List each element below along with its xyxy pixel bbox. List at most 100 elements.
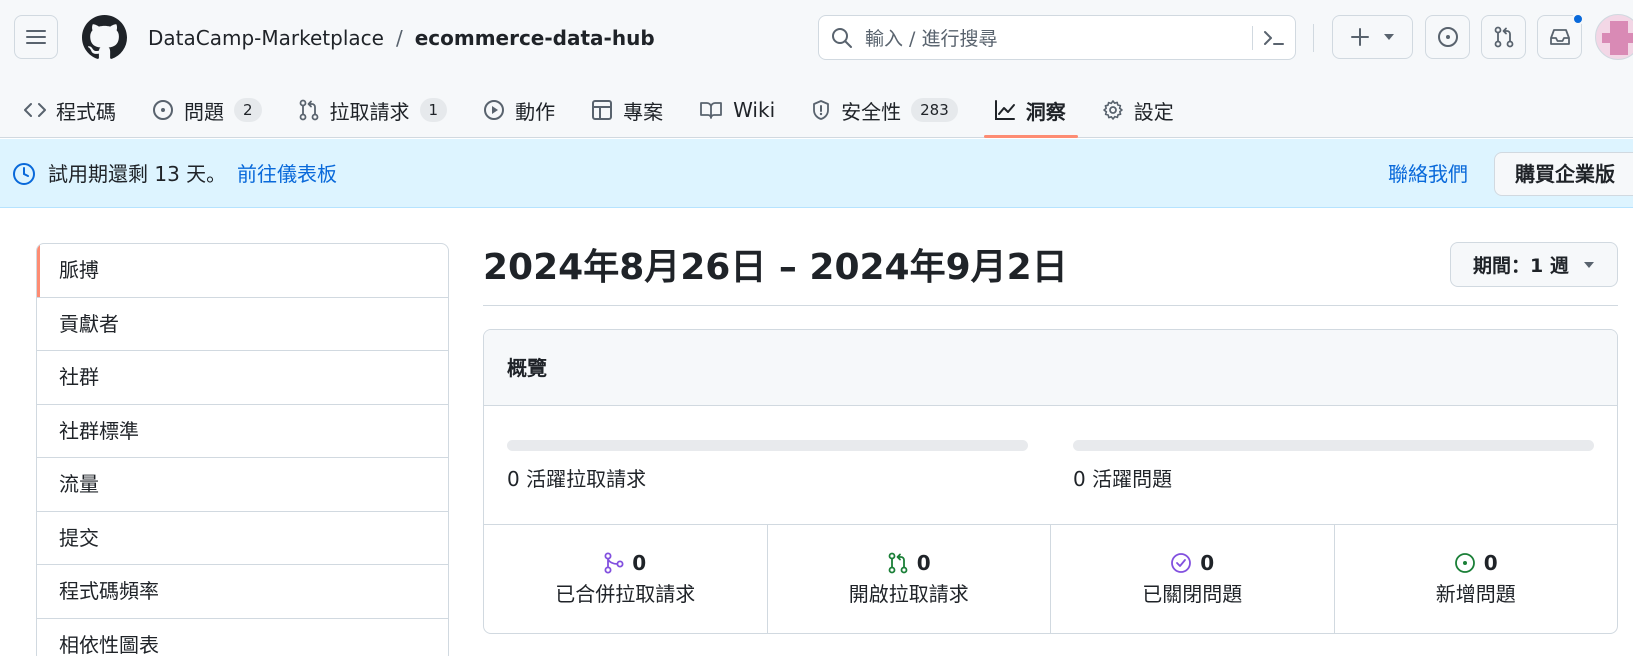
- stat-label: 開啟拉取請求: [848, 582, 969, 606]
- play-icon: [484, 100, 505, 120]
- sidebar-item-community[interactable]: 社群: [37, 351, 448, 405]
- issue-closed-icon: [1171, 553, 1192, 573]
- contact-us-link[interactable]: 聯絡我們: [1388, 161, 1468, 187]
- tab-label: 專案: [623, 99, 664, 124]
- graph-icon: [994, 100, 1015, 120]
- git-pull-request-icon: [888, 552, 908, 574]
- book-icon: [700, 102, 722, 119]
- tab-security[interactable]: 安全性 283: [787, 84, 970, 136]
- tab-label: 拉取請求: [329, 99, 410, 124]
- breadcrumb-separator: /: [395, 26, 403, 50]
- sidebar-item-contributors[interactable]: 貢獻者: [37, 298, 448, 351]
- your-pull-requests-button[interactable]: [1481, 15, 1526, 59]
- active-issues-bar: [1073, 440, 1594, 451]
- avatar-pattern: [1610, 43, 1628, 55]
- tab-insights[interactable]: 洞察: [970, 84, 1078, 138]
- page-title: 2024年8月26日 – 2024年9月2日: [483, 247, 1068, 288]
- tab-issues[interactable]: 問題 2: [128, 84, 274, 136]
- stat-value: 0: [632, 551, 647, 575]
- buy-enterprise-button[interactable]: 購買企業版: [1494, 152, 1633, 196]
- period-label: 期間：1 週: [1473, 255, 1569, 277]
- plus-icon: [1350, 28, 1369, 46]
- sidebar-item-dependency-graph[interactable]: 相依性圖表: [37, 619, 448, 656]
- sidebar-item-community-standards[interactable]: 社群標準: [37, 405, 448, 458]
- global-header: DataCamp-Marketplace / ecommerce-data-hu…: [0, 0, 1633, 138]
- command-palette-icon: [1264, 30, 1284, 45]
- github-logo[interactable]: [82, 15, 127, 60]
- git-merge-icon: [604, 552, 624, 574]
- avatar[interactable]: [1595, 14, 1633, 60]
- repo-tabs: 程式碼 問題 2 拉取請求 1 動作 專案 Wiki 安全性 283 洞察 設定: [0, 84, 1186, 138]
- tab-projects[interactable]: 專案: [567, 84, 675, 136]
- inbox-icon: [1549, 29, 1570, 45]
- trial-banner: 試用期還剩 13 天。 前往儀表板 聯絡我們 購買企業版: [0, 139, 1633, 208]
- breadcrumb-owner-link[interactable]: DataCamp-Marketplace: [148, 25, 384, 51]
- dashboard-link[interactable]: 前往儀表板: [237, 161, 337, 187]
- active-prs-link[interactable]: 0 活躍拉取請求: [507, 466, 646, 492]
- code-icon: [24, 103, 46, 117]
- active-issues-link[interactable]: 0 活躍問題: [1073, 466, 1172, 492]
- search-icon: [832, 27, 852, 48]
- active-prs-bar: [507, 440, 1028, 451]
- tab-label: 洞察: [1025, 99, 1066, 124]
- stat-merged-prs[interactable]: 0 已合併拉取請求: [484, 525, 768, 633]
- caret-down-icon: [1383, 34, 1394, 40]
- stat-new-issues[interactable]: 0 新增問題: [1335, 525, 1618, 633]
- tab-code[interactable]: 程式碼: [0, 84, 128, 136]
- create-new-button[interactable]: [1332, 15, 1413, 59]
- avatar-pattern: [1610, 21, 1628, 33]
- issue-opened-icon: [153, 100, 173, 120]
- tab-label: 安全性: [841, 99, 902, 124]
- issue-opened-icon: [1437, 27, 1458, 47]
- table-icon: [592, 100, 613, 120]
- title-divider: [483, 305, 1618, 306]
- gear-icon: [1102, 100, 1123, 120]
- menu-icon: [26, 30, 46, 44]
- avatar-pattern: [1602, 33, 1633, 43]
- menu-button[interactable]: [14, 15, 58, 59]
- overview-stats: 0 已合併拉取請求 0 開啟拉取請求 0 已關閉問題 0 新增問題: [484, 525, 1617, 633]
- period-select[interactable]: 期間：1 週: [1450, 242, 1618, 287]
- tab-pull-requests[interactable]: 拉取請求 1: [274, 84, 460, 136]
- stat-value: 0: [916, 551, 931, 575]
- breadcrumb-repo-link[interactable]: ecommerce-data-hub: [415, 25, 655, 51]
- tab-label: 問題: [184, 99, 224, 124]
- tab-label: 動作: [515, 99, 556, 124]
- sidebar-item-code-frequency[interactable]: 程式碼頻率: [37, 565, 448, 619]
- tab-settings[interactable]: 設定: [1078, 84, 1186, 136]
- shield-icon: [813, 100, 830, 120]
- command-palette-button[interactable]: [1253, 29, 1295, 47]
- notification-indicator: [1572, 13, 1584, 25]
- stat-label: 新增問題: [1435, 582, 1516, 606]
- count-badge: 283: [911, 98, 958, 122]
- search-placeholder: 輸入 / 進行搜尋: [865, 28, 998, 50]
- stat-label: 已關閉問題: [1142, 582, 1243, 606]
- sidebar-item-traffic[interactable]: 流量: [37, 458, 448, 512]
- overview-summary: 0 活躍拉取請求 0 活躍問題: [484, 406, 1617, 525]
- caret-down-icon: [1583, 261, 1594, 268]
- overview-box: 概覽 0 活躍拉取請求 0 活躍問題 0 已合併拉取請求 0 開啟拉取請求 0: [483, 329, 1618, 634]
- tab-actions[interactable]: 動作: [459, 84, 567, 136]
- count-badge: 2: [234, 98, 262, 122]
- search-input[interactable]: 輸入 / 進行搜尋: [818, 15, 1296, 60]
- clock-icon: [13, 163, 35, 185]
- insights-sidebar: 脈搏 貢獻者 社群 社群標準 流量 提交 程式碼頻率 相依性圖表: [36, 243, 449, 656]
- git-pull-request-icon: [1494, 26, 1513, 48]
- overview-title: 概覽: [484, 330, 1617, 406]
- sidebar-item-commits[interactable]: 提交: [37, 512, 448, 565]
- issue-opened-icon: [1454, 553, 1475, 573]
- tab-wiki[interactable]: Wiki: [675, 84, 787, 136]
- tab-label: Wiki: [733, 98, 776, 122]
- your-issues-button[interactable]: [1425, 15, 1470, 59]
- stat-label: 已合併拉取請求: [555, 582, 696, 606]
- tab-label: 程式碼: [56, 99, 116, 124]
- stat-value: 0: [1200, 551, 1215, 575]
- git-pull-request-icon: [299, 99, 318, 121]
- breadcrumb: DataCamp-Marketplace / ecommerce-data-hu…: [148, 25, 655, 51]
- sidebar-item-pulse[interactable]: 脈搏: [37, 244, 448, 298]
- trial-message: 試用期還剩 13 天。: [48, 162, 227, 186]
- stat-value: 0: [1483, 551, 1498, 575]
- stat-closed-issues[interactable]: 0 已關閉問題: [1051, 525, 1335, 633]
- stat-open-prs[interactable]: 0 開啟拉取請求: [768, 525, 1051, 633]
- header-divider: [1313, 24, 1314, 52]
